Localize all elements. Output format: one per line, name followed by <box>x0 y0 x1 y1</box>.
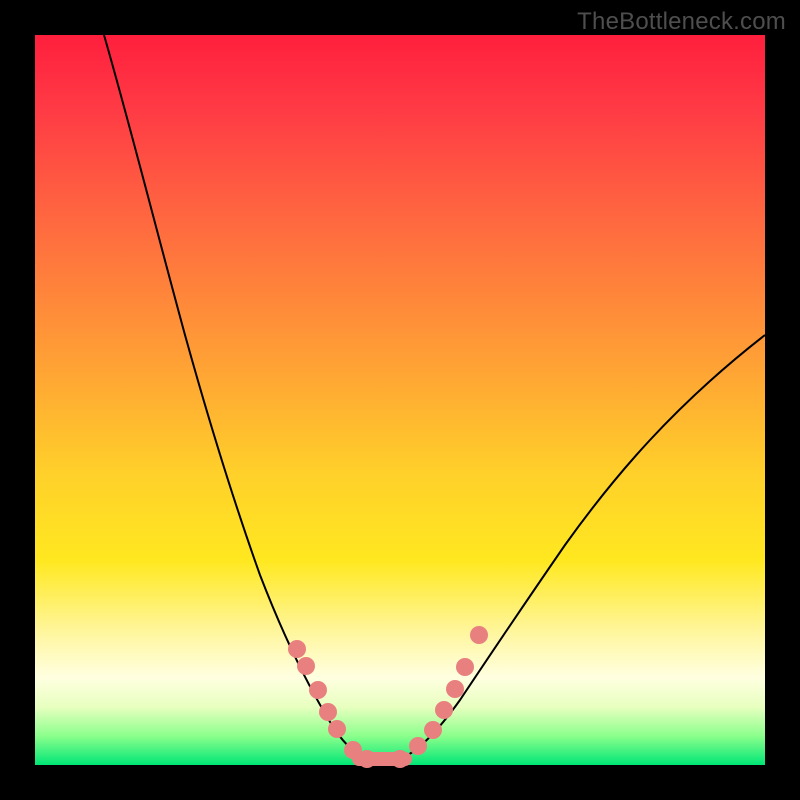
chart-frame: TheBottleneck.com <box>0 0 800 800</box>
marker-dot <box>446 680 464 698</box>
marker-dot <box>297 657 315 675</box>
marker-dot <box>424 721 442 739</box>
marker-dot <box>328 720 346 738</box>
marker-dot <box>391 750 409 768</box>
watermark-text: TheBottleneck.com <box>577 8 786 36</box>
marker-dot <box>288 640 306 658</box>
marker-dot <box>456 658 474 676</box>
marker-dot <box>319 703 337 721</box>
marker-dot <box>435 701 453 719</box>
curve-overlay <box>35 35 765 765</box>
marker-dot <box>309 681 327 699</box>
left-branch-curve <box>104 35 367 759</box>
marker-dot <box>358 750 376 768</box>
marker-dot <box>470 626 488 644</box>
marker-dot <box>409 737 427 755</box>
